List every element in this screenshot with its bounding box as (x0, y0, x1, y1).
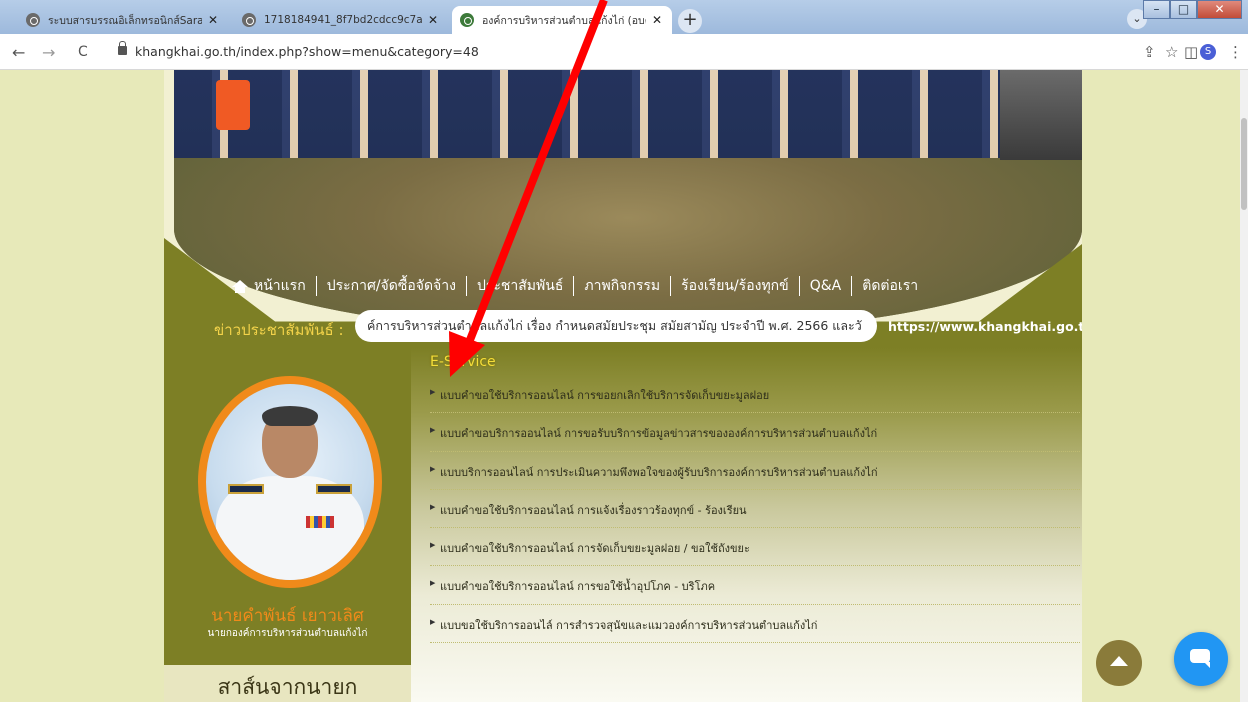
eservice-item[interactable]: ▶ แบบบริการออนไลน์ การประเมินความพึงพอใจข… (430, 452, 1080, 490)
maximize-button[interactable]: □ (1170, 0, 1197, 19)
minimize-button[interactable]: – (1143, 0, 1170, 19)
browser-tab-file[interactable]: 1718184941_8f7bd2cdcc9c7ad32 ✕ (234, 6, 448, 34)
page-margin-right (1082, 70, 1240, 702)
safety-vest-figure (216, 80, 250, 130)
browser-toolbar: ← → C khangkhai.go.th/index.php?show=men… (0, 34, 1248, 70)
bullet-icon: ▶ (430, 617, 436, 626)
nav-qa[interactable]: Q&A (800, 278, 852, 294)
tab-close-icon[interactable]: ✕ (206, 13, 220, 27)
staff-group-photo (174, 70, 1082, 158)
browser-tab-saraban[interactable]: ระบบสารบรรณอิเล็กทรอนิกส์Saraban ✕ (18, 6, 228, 34)
bullet-icon: ▶ (430, 579, 436, 588)
tab-title: องค์การบริหารส่วนตำบลแก้งไก่ (อบต.แ (482, 14, 646, 27)
back-arrow-icon[interactable]: ← (12, 43, 25, 62)
mayor-portrait (206, 384, 374, 580)
eservice-link[interactable]: แบบขอใช้บริการออนไล์ การสำรวจสุนัขและแมว… (440, 616, 817, 642)
eservice-item[interactable]: ▶ แบบคำขอใช้บริการออนไลน์ การขอใช้น้ำอุปโ… (430, 566, 1080, 605)
browser-menu-icon[interactable]: ⋮ (1228, 43, 1243, 61)
mayor-message-heading[interactable]: สาส์นจากนายก (164, 671, 411, 702)
eservice-item[interactable]: ▶ แบบคำขอใช้บริการออนไลน์ การจัดเก็บขยะมู… (430, 528, 1080, 567)
eservice-list: ▶ แบบคำขอใช้บริการออนไลน์ การขอยกเลิกใช้บ… (430, 375, 1080, 644)
share-icon[interactable]: ⇪ (1143, 43, 1156, 61)
news-ticker[interactable]: ค์การบริหารส่วนตำบลแก้งไก่ เรื่อง กำหนดส… (355, 310, 877, 342)
eservice-link[interactable]: แบบคำขอบริการออนไลน์ การขอรับบริการข้อมู… (440, 424, 877, 450)
nav-public-relations[interactable]: ประชาสัมพันธ์ (467, 275, 573, 297)
tab-close-icon[interactable]: ✕ (426, 13, 440, 27)
bullet-icon: ▶ (430, 502, 436, 511)
side-panel-icon[interactable]: ◫ (1184, 43, 1198, 61)
nav-home[interactable]: หน้าแรก (222, 275, 316, 297)
eservice-item[interactable]: ▶ แบบขอใช้บริการออนไล์ การสำรวจสุนัขและแม… (430, 605, 1080, 644)
eservice-heading: E-Service (430, 354, 496, 370)
reload-icon[interactable]: C (78, 44, 88, 60)
bullet-icon: ▶ (430, 426, 436, 435)
nav-procurement[interactable]: ประกาศ/จัดซื้อจัดจ้าง (317, 275, 466, 297)
main-navigation: หน้าแรก ประกาศ/จัดซื้อจัดจ้าง ประชาสัมพั… (222, 274, 928, 298)
photo-edge (1000, 70, 1082, 160)
browser-tab-khangkhai[interactable]: องค์การบริหารส่วนตำบลแก้งไก่ (อบต.แ ✕ (452, 6, 672, 34)
new-tab-button[interactable]: + (678, 9, 702, 33)
lock-icon[interactable] (118, 41, 127, 55)
epaulet-left (228, 484, 264, 494)
hair-shape (262, 406, 318, 426)
eservice-link[interactable]: แบบบริการออนไลน์ การประเมินความพึงพอใจขอ… (440, 463, 878, 489)
eservice-link[interactable]: แบบคำขอใช้บริการออนไลน์ การแจ้งเรื่องราว… (440, 501, 747, 527)
window-controls: – □ ✕ (1143, 0, 1242, 19)
globe-icon (242, 13, 256, 27)
page-margin-left (6, 70, 164, 702)
web-page: หน้าแรก ประกาศ/จัดซื้อจัดจ้าง ประชาสัมพั… (0, 70, 1240, 702)
profile-avatar[interactable]: S (1200, 44, 1216, 60)
tab-title: ระบบสารบรรณอิเล็กทรอนิกส์Saraban (48, 14, 202, 27)
bookmark-star-icon[interactable]: ☆ (1165, 43, 1178, 61)
bullet-icon: ▶ (430, 464, 436, 473)
site-favicon-icon (460, 13, 474, 27)
eservice-link[interactable]: แบบคำขอใช้บริการออนไลน์ การขอใช้น้ำอุปโภ… (440, 577, 715, 603)
medal-ribbon (306, 516, 334, 528)
nav-contact[interactable]: ติดต่อเรา (852, 275, 928, 297)
mayor-title: นายกองค์การบริหารส่วนตำบลแก้งไก่ (207, 628, 368, 639)
scroll-to-top-button[interactable] (1096, 640, 1142, 686)
tab-close-icon[interactable]: ✕ (650, 13, 664, 27)
eservice-link[interactable]: แบบคำขอใช้บริการออนไลน์ การจัดเก็บขยะมูล… (440, 539, 750, 565)
eservice-item[interactable]: ▶ แบบคำขอบริการออนไลน์ การขอรับบริการข้อม… (430, 413, 1080, 452)
bullet-icon: ▶ (430, 541, 436, 550)
mayor-name: นายคำพันธ์ เยาวเลิศ (211, 606, 364, 626)
news-ticker-label: ข่าวประชาสัมพันธ์ : (214, 321, 344, 339)
home-icon (232, 279, 248, 293)
tab-title: 1718184941_8f7bd2cdcc9c7ad32 (264, 14, 422, 26)
website-link[interactable]: https://www.khangkhai.go.th (888, 319, 1093, 334)
bullet-icon: ▶ (430, 388, 436, 396)
chat-button[interactable] (1174, 632, 1228, 686)
nav-label: หน้าแรก (254, 278, 306, 294)
nav-complaints[interactable]: ร้องเรียน/ร้องทุกข์ (671, 275, 799, 297)
eservice-item[interactable]: ▶ แบบคำขอใช้บริการออนไลน์ การขอยกเลิกใช้บ… (430, 375, 1080, 414)
scrollbar-thumb[interactable] (1241, 118, 1247, 210)
eservice-item[interactable]: ▶ แบบคำขอใช้บริการออนไลน์ การแจ้งเรื่องรา… (430, 490, 1080, 529)
lawn-area (174, 158, 1082, 335)
globe-icon (26, 13, 40, 27)
eservice-link[interactable]: แบบคำขอใช้บริการออนไลน์ การขอยกเลิกใช้บร… (440, 386, 769, 412)
browser-tab-bar: ระบบสารบรรณอิเล็กทรอนิกส์Saraban ✕ 17181… (0, 0, 1248, 34)
address-bar[interactable]: khangkhai.go.th/index.php?show=menu&cate… (135, 44, 479, 59)
close-window-button[interactable]: ✕ (1197, 0, 1242, 19)
forward-arrow-icon[interactable]: → (42, 43, 55, 62)
nav-activities[interactable]: ภาพกิจกรรม (574, 275, 670, 297)
epaulet-right (316, 484, 352, 494)
